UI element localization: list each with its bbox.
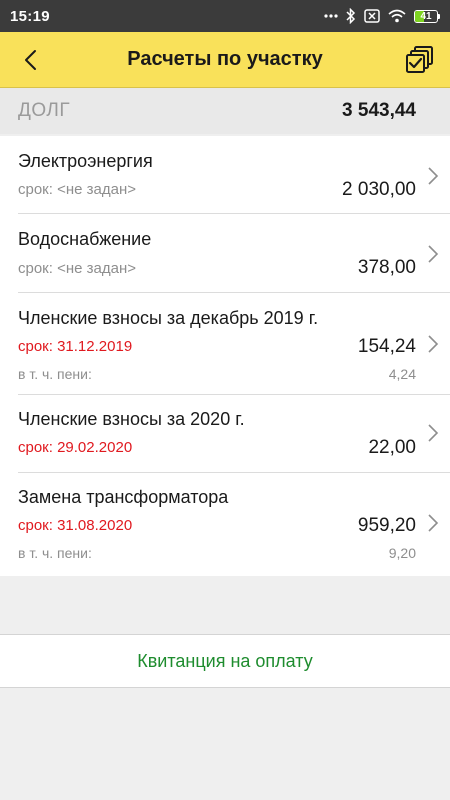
dots-icon (324, 13, 338, 19)
list-item[interactable]: Членские взносы за 2020 г. срок: 29.02.2… (0, 395, 450, 473)
item-amount: 22,00 (368, 437, 416, 458)
item-title: Электроэнергия (18, 151, 153, 171)
item-amount: 378,00 (357, 257, 416, 278)
app-bar: Расчеты по участку (0, 32, 450, 88)
item-term: срок: <не задан> (18, 260, 136, 277)
item-title: Водоснабжение (18, 229, 152, 249)
debt-value: 3 543,44 (342, 100, 416, 121)
receipt-label: Квитанция на оплату (137, 650, 313, 671)
charges-list: Электроэнергия срок: <не задан> 2 030,00… (0, 136, 450, 576)
chevron-right-icon (428, 245, 439, 263)
battery-icon: 41 (414, 9, 440, 23)
chevron-right-icon (428, 167, 439, 185)
item-title: Замена трансформатора (18, 487, 229, 507)
battery-level: 41 (420, 10, 432, 22)
item-term: срок: 29.02.2020 (18, 439, 133, 456)
select-all-button[interactable] (404, 44, 436, 76)
list-item[interactable]: Членские взносы за декабрь 2019 г. срок:… (0, 293, 450, 395)
chevron-left-icon (25, 50, 36, 70)
list-item[interactable]: Электроэнергия срок: <не задан> 2 030,00 (0, 136, 450, 214)
debt-label: ДОЛГ (18, 100, 71, 121)
item-term: срок: 31.12.2019 (18, 338, 133, 355)
back-button[interactable] (14, 44, 46, 76)
debt-summary: ДОЛГ 3 543,44 (0, 88, 450, 134)
penalty-label: в т. ч. пени: (18, 366, 92, 382)
item-amount: 959,20 (357, 515, 416, 536)
chevron-right-icon (428, 335, 439, 353)
status-icons: 41 (324, 8, 440, 24)
item-title: Членские взносы за декабрь 2019 г. (18, 308, 319, 328)
status-time: 15:19 (10, 7, 50, 25)
item-term: срок: 31.08.2020 (18, 517, 133, 534)
chevron-right-icon (428, 424, 439, 442)
status-bar: 15:19 41 (0, 0, 450, 32)
receipt-button[interactable]: Квитанция на оплату (0, 634, 450, 688)
item-amount: 154,24 (357, 336, 416, 357)
wifi-icon (388, 9, 406, 23)
checklist-icon (406, 46, 433, 73)
item-title: Членские взносы за 2020 г. (18, 409, 245, 429)
page-title: Расчеты по участку (127, 48, 323, 70)
list-item[interactable]: Замена трансформатора срок: 31.08.2020 9… (0, 473, 450, 576)
bluetooth-icon (346, 8, 356, 24)
penalty-value: 4,24 (388, 366, 416, 382)
sim-x-icon (364, 9, 380, 23)
list-item[interactable]: Водоснабжение срок: <не задан> 378,00 (0, 214, 450, 293)
penalty-label: в т. ч. пени: (18, 545, 92, 561)
item-term: срок: <не задан> (18, 181, 136, 198)
penalty-value: 9,20 (388, 545, 416, 561)
chevron-right-icon (428, 514, 439, 532)
item-amount: 2 030,00 (342, 179, 416, 200)
